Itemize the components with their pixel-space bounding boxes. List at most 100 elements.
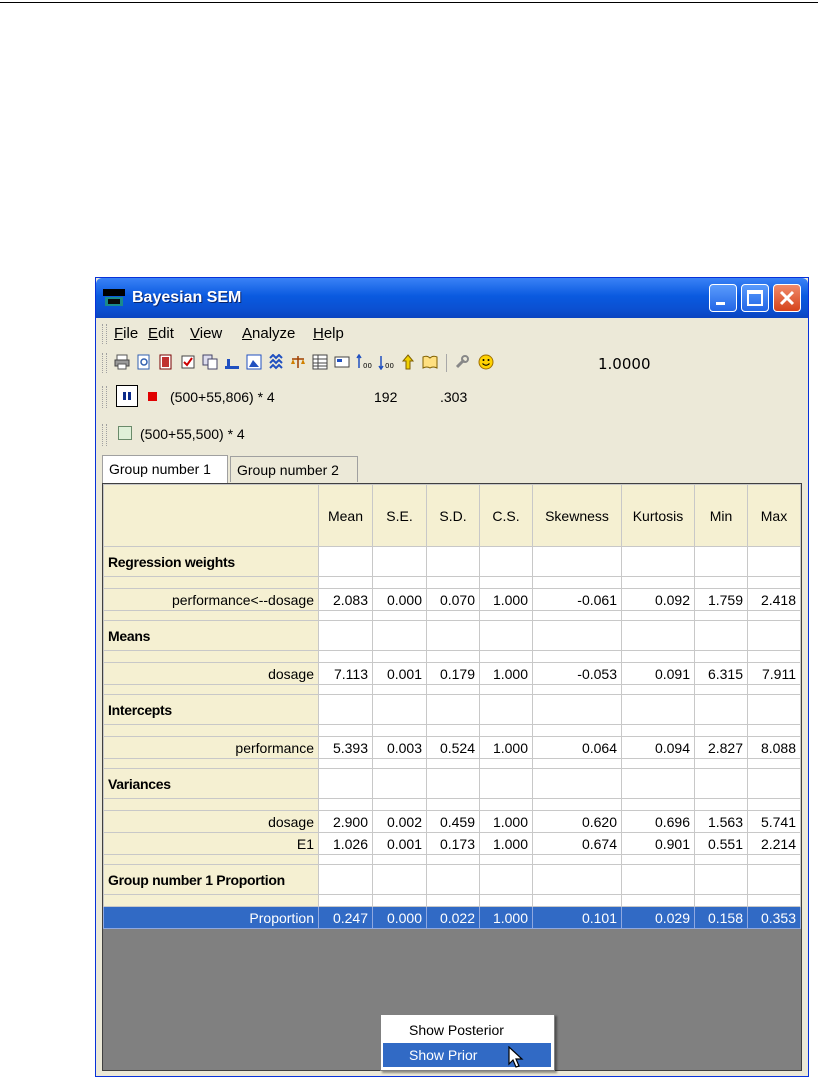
section-means: Means <box>103 620 319 651</box>
cell-se: 0.001 <box>372 832 427 855</box>
col-mean[interactable]: Mean <box>318 484 373 547</box>
menu-analyze[interactable]: Analyze <box>242 325 295 342</box>
corner-cell <box>103 484 319 547</box>
title-bar[interactable]: Bayesian SEM <box>96 278 808 318</box>
bar-chart-icon[interactable] <box>224 354 240 370</box>
tab-group-2[interactable]: Group number 2 <box>230 456 358 482</box>
cell-sd: 0.070 <box>426 588 480 611</box>
copy-page-icon[interactable] <box>158 354 174 370</box>
row-label: Proportion <box>103 906 319 929</box>
spacer-row <box>103 610 801 621</box>
minimize-button[interactable] <box>709 284 737 312</box>
svg-text:00: 00 <box>363 362 372 370</box>
table-icon[interactable] <box>312 354 328 370</box>
cell-min: 0.158 <box>694 906 748 929</box>
cell-min: 0.551 <box>694 832 748 855</box>
section-intercepts: Intercepts <box>103 694 319 725</box>
help-book-icon[interactable] <box>422 354 438 370</box>
cell-sd: 0.173 <box>426 832 480 855</box>
col-min[interactable]: Min <box>694 484 748 547</box>
stop-button[interactable] <box>148 392 157 401</box>
row-label: dosage <box>103 662 319 685</box>
increase-decimals-icon[interactable]: 00 <box>356 354 372 370</box>
cell-kurtosis: 0.029 <box>621 906 695 929</box>
convergence-ratio: .303 <box>440 389 468 405</box>
pointer-icon[interactable] <box>400 354 416 370</box>
table-row[interactable]: dosage 7.113 0.001 0.179 1.000 -0.053 0.… <box>103 662 801 685</box>
zoom-value: 1.0000 <box>598 355 651 373</box>
col-max[interactable]: Max <box>747 484 801 547</box>
col-kurtosis[interactable]: Kurtosis <box>621 484 695 547</box>
cell-kurtosis: 0.094 <box>621 736 695 759</box>
cell-cs: 1.000 <box>479 832 533 855</box>
balance-icon[interactable] <box>290 354 306 370</box>
cell-min: 2.827 <box>694 736 748 759</box>
selected-table-row[interactable]: Proportion 0.247 0.000 0.022 1.000 0.101… <box>103 906 801 929</box>
section-row: Means <box>103 620 801 651</box>
menu-file[interactable]: File <box>114 325 138 342</box>
header-row: Mean S.E. S.D. C.S. Skewness Kurtosis Mi… <box>103 484 801 547</box>
col-sd[interactable]: S.D. <box>426 484 480 547</box>
col-skewness[interactable]: Skewness <box>532 484 622 547</box>
menu-edit-label: dit <box>158 325 174 342</box>
table-row[interactable]: dosage 2.900 0.002 0.459 1.000 0.620 0.6… <box>103 810 801 833</box>
spacer-row <box>103 724 801 737</box>
smiley-icon[interactable] <box>478 354 494 370</box>
tab-group-1[interactable]: Group number 1 <box>102 455 228 483</box>
cell-mean: 2.083 <box>318 588 373 611</box>
decrease-decimals-icon[interactable]: 00 <box>378 354 394 370</box>
burnin-expr: (500+55,500) * 4 <box>140 426 245 442</box>
print-icon[interactable] <box>114 354 130 370</box>
section-regression: Regression weights <box>103 546 319 577</box>
image-icon[interactable] <box>246 354 262 370</box>
col-se[interactable]: S.E. <box>372 484 427 547</box>
cell-max: 2.214 <box>747 832 801 855</box>
toolbar-separator <box>446 354 447 372</box>
section-proportion: Group number 1 Proportion <box>103 864 319 895</box>
cell-skewness: 0.064 <box>532 736 622 759</box>
minimize-icon <box>716 302 725 305</box>
row-label: E1 <box>103 832 319 855</box>
table-row[interactable]: performance 5.393 0.003 0.524 1.000 0.06… <box>103 736 801 759</box>
cell-sd: 0.022 <box>426 906 480 929</box>
cell-cs: 1.000 <box>479 588 533 611</box>
section-row: Variances <box>103 768 801 799</box>
print-preview-icon[interactable] <box>136 354 152 370</box>
maximize-icon <box>747 290 763 306</box>
section-row: Group number 1 Proportion <box>103 864 801 895</box>
cell-sd: 0.459 <box>426 810 480 833</box>
cell-max: 7.911 <box>747 662 801 685</box>
checklist-icon[interactable] <box>180 354 196 370</box>
menu-file-label: ile <box>123 325 139 342</box>
menu-view[interactable]: View <box>190 325 222 342</box>
maximize-button[interactable] <box>741 284 769 312</box>
cell-min: 6.315 <box>694 662 748 685</box>
duplicate-icon[interactable] <box>202 354 218 370</box>
wrench-icon[interactable] <box>454 354 470 370</box>
options-icon[interactable] <box>334 354 350 370</box>
menu-help[interactable]: Help <box>313 325 344 342</box>
cell-cs: 1.000 <box>479 906 533 929</box>
tree-icon[interactable] <box>268 354 284 370</box>
cell-mean: 7.113 <box>318 662 373 685</box>
close-icon <box>779 290 795 306</box>
refresh-icon[interactable] <box>118 426 132 440</box>
cell-min: 1.563 <box>694 810 748 833</box>
window-title: Bayesian SEM <box>132 289 242 306</box>
table-row[interactable]: performance<--dosage 2.083 0.000 0.070 1… <box>103 588 801 611</box>
spacer-row <box>103 576 801 589</box>
pause-button[interactable] <box>116 385 138 407</box>
table-row[interactable]: E1 1.026 0.001 0.173 1.000 0.674 0.901 0… <box>103 832 801 855</box>
cell-skewness: -0.061 <box>532 588 622 611</box>
menu-view-label: iew <box>199 325 223 342</box>
close-button[interactable] <box>773 284 801 312</box>
menu-help-label: elp <box>323 325 344 342</box>
cell-kurtosis: 0.696 <box>621 810 695 833</box>
menu-show-posterior[interactable]: Show Posterior <box>383 1018 551 1042</box>
sampling-grip <box>102 386 107 408</box>
cell-mean: 5.393 <box>318 736 373 759</box>
main-toolbar: 00 00 1.0000 <box>96 350 808 376</box>
col-cs[interactable]: C.S. <box>479 484 533 547</box>
menu-edit[interactable]: Edit <box>148 325 174 342</box>
menu-bar: File Edit View Analyze Help <box>96 322 808 346</box>
